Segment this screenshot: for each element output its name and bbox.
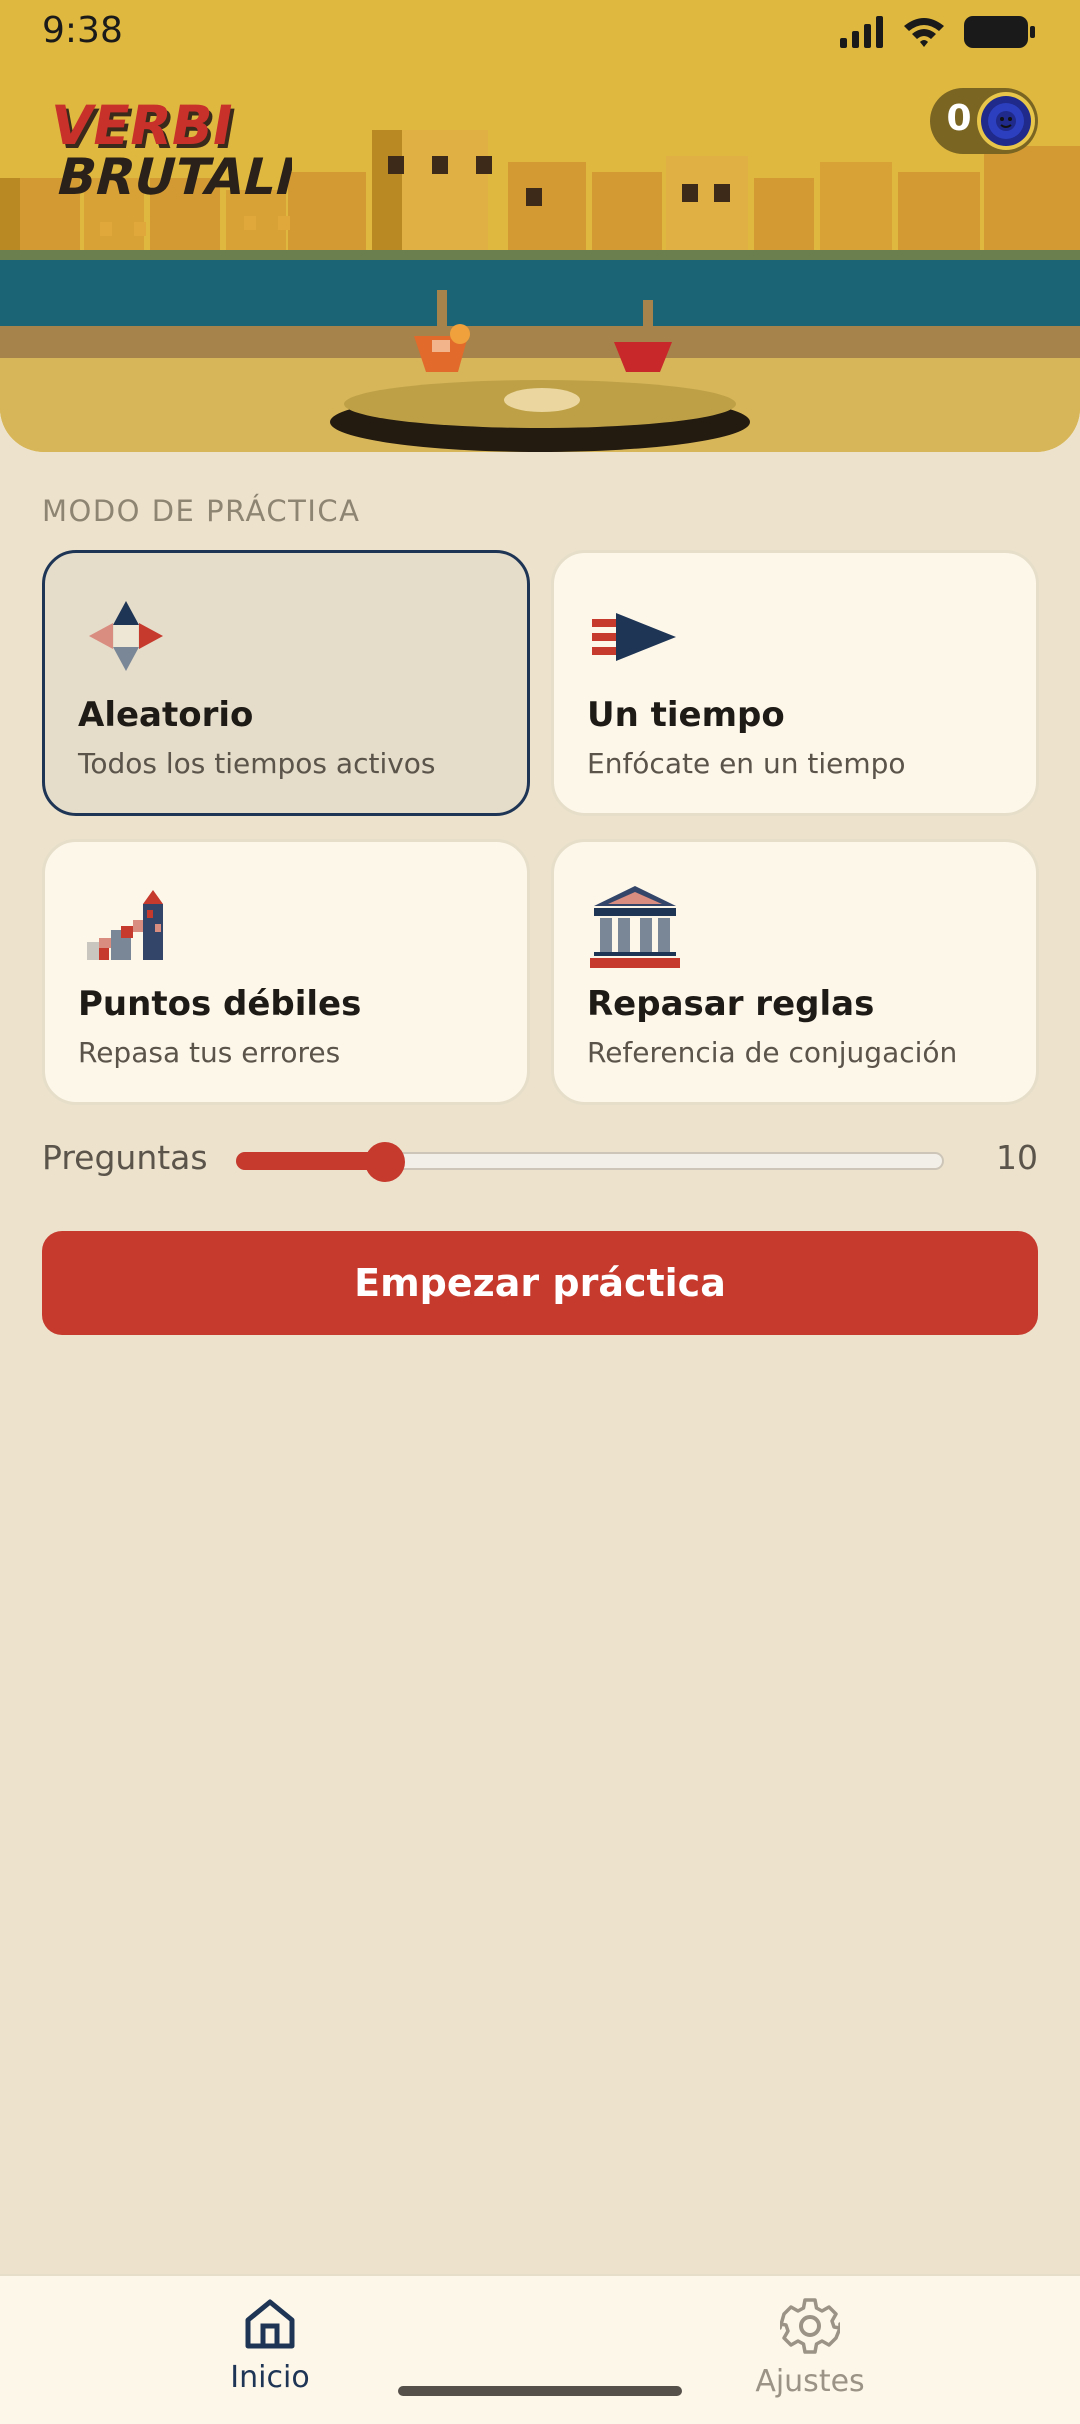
city-scene-illustration <box>0 130 1080 452</box>
slider-thumb[interactable] <box>365 1142 405 1182</box>
hero-banner: 9:38 BRUTALI VERBI VERBI 0 <box>0 0 1080 452</box>
home-icon <box>245 2299 295 2349</box>
nav-item-home[interactable]: Inicio <box>170 2296 370 2406</box>
questions-label: Preguntas <box>42 1138 208 1177</box>
mode-card-one-tense[interactable]: Un tiempo Enfócate en un tiempo <box>551 550 1039 816</box>
start-practice-button[interactable]: Empezar práctica <box>42 1231 1038 1335</box>
stairs-tower-icon <box>87 890 163 960</box>
compass-arrows-icon <box>89 601 163 671</box>
coin-balance-badge[interactable]: 0 <box>930 88 1038 154</box>
mode-subtitle: Todos los tiempos activos <box>78 747 436 780</box>
coin-count: 0 <box>946 98 972 139</box>
mode-card-weak-points[interactable]: Puntos débiles Repasa tus errores <box>42 839 530 1105</box>
questions-slider[interactable] <box>236 1142 944 1182</box>
nav-label: Inicio <box>230 2360 310 2395</box>
mode-title: Repasar reglas <box>587 984 875 1024</box>
home-indicator <box>398 2386 682 2396</box>
mode-subtitle: Referencia de conjugación <box>587 1036 958 1069</box>
mode-title: Aleatorio <box>78 695 254 735</box>
app-logo: BRUTALI VERBI VERBI <box>52 98 292 206</box>
status-time: 9:38 <box>42 10 123 51</box>
mode-title: Un tiempo <box>587 695 785 735</box>
questions-value: 10 <box>996 1138 1038 1177</box>
nav-label: Ajustes <box>755 2364 865 2399</box>
nav-item-settings[interactable]: Ajustes <box>710 2296 910 2406</box>
gear-icon <box>780 2298 840 2354</box>
svg-text:VERBI: VERBI <box>52 98 238 157</box>
battery-icon <box>964 16 1035 48</box>
bottom-nav: Inicio Ajustes <box>0 2274 1080 2424</box>
mode-subtitle: Repasa tus errores <box>78 1036 341 1069</box>
cellular-signal-icon <box>840 16 883 48</box>
sun-coin-icon <box>977 92 1035 150</box>
mode-card-review-rules[interactable]: Repasar reglas Referencia de conjugación <box>551 839 1039 1105</box>
temple-icon <box>590 886 680 968</box>
mode-subtitle: Enfócate en un tiempo <box>587 747 906 780</box>
arrow-flag-icon <box>592 613 676 661</box>
slider-fill <box>236 1152 385 1170</box>
practice-mode-heading: MODO DE PRÁCTICA <box>42 494 361 528</box>
mode-card-random[interactable]: Aleatorio Todos los tiempos activos <box>42 550 530 816</box>
mode-title: Puntos débiles <box>78 984 362 1024</box>
wifi-icon <box>904 18 944 47</box>
status-icons <box>840 12 1036 52</box>
